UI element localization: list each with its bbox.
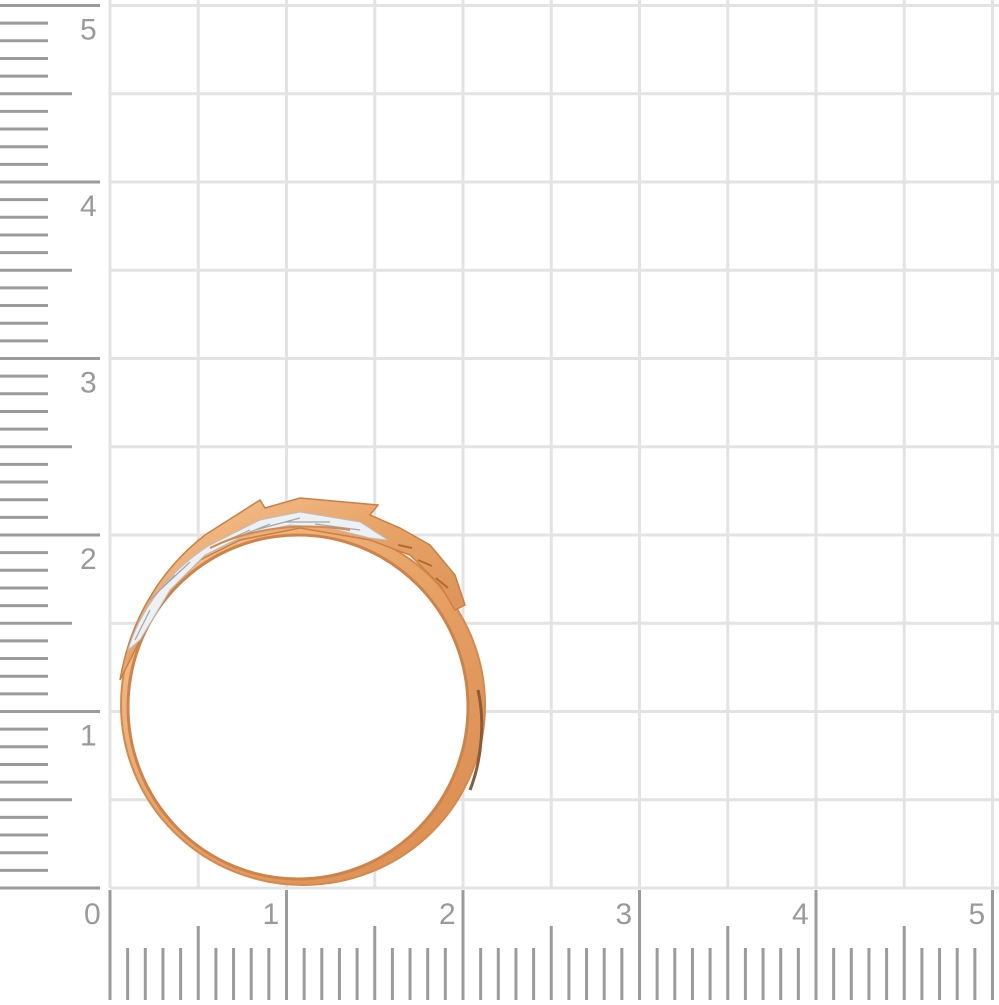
left-ruler-label-2: 2 xyxy=(80,543,97,576)
left-ruler-labels: 1 2 3 4 5 xyxy=(80,14,97,753)
left-ruler-label-3: 3 xyxy=(80,367,97,400)
measurement-canvas: 1 2 3 4 5 0 1 2 3 4 5 xyxy=(0,0,999,1000)
bottom-ruler xyxy=(108,890,994,1000)
bottom-ruler-label-1: 1 xyxy=(263,898,280,931)
measurement-photo: 1 2 3 4 5 0 1 2 3 4 5 xyxy=(0,0,999,1000)
bottom-ruler-label-3: 3 xyxy=(616,898,633,931)
bottom-ruler-label-2: 2 xyxy=(439,898,456,931)
bottom-ruler-labels: 0 1 2 3 4 5 xyxy=(84,898,985,931)
bottom-ruler-label-0: 0 xyxy=(84,898,101,931)
bottom-ruler-label-5: 5 xyxy=(969,898,986,931)
left-ruler xyxy=(0,4,100,890)
left-ruler-label-1: 1 xyxy=(80,720,97,753)
left-ruler-label-5: 5 xyxy=(80,14,97,47)
bottom-ruler-label-4: 4 xyxy=(792,898,809,931)
left-ruler-label-4: 4 xyxy=(80,190,97,223)
ring-inner-hole xyxy=(128,535,468,879)
gold-ring xyxy=(119,497,486,886)
